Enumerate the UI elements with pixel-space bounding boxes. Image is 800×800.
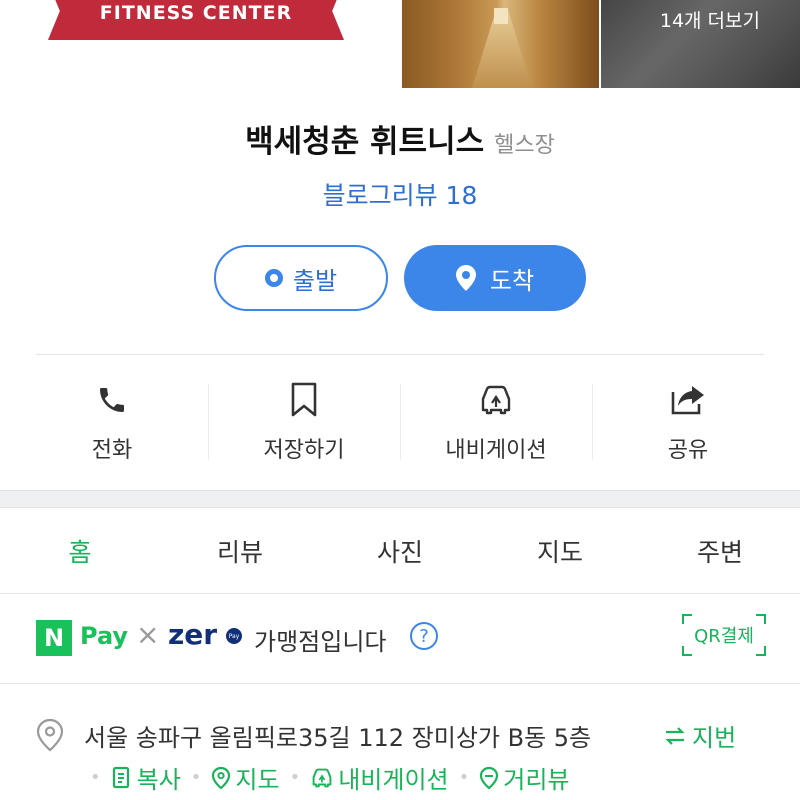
car-icon: [312, 768, 332, 787]
address-text: 서울 송파구 올림픽로35길 112 장미상가 B동 5층: [84, 724, 592, 752]
bullet-separator: •: [458, 767, 470, 788]
copy-label: 복사: [136, 766, 181, 794]
place-title-row: 백세청춘 휘트니스 헬스장: [0, 116, 800, 161]
shower-photo[interactable]: 14개 더보기: [601, 0, 800, 88]
address-row: 서울 송파구 올림픽로35길 112 장미상가 B동 5층 지번 • 복사 • …: [0, 684, 800, 800]
location-pin-icon: [455, 265, 476, 291]
navigation-link-label: 내비게이션: [338, 766, 449, 794]
qr-label: QR결제: [694, 626, 754, 647]
navigation-link[interactable]: 내비게이션: [310, 760, 449, 795]
tab-bar: 홈 리뷰 사진 지도 주변: [0, 508, 800, 594]
more-photos-label[interactable]: 14개 더보기: [660, 6, 760, 33]
arrive-button[interactable]: 도착: [404, 245, 586, 311]
logo-text: FITNESS CENTER: [99, 2, 293, 24]
share-button[interactable]: 공유: [592, 378, 784, 468]
share-label: 공유: [667, 438, 709, 463]
member-text: 가맹점입니다: [254, 628, 387, 656]
navigation-button[interactable]: 내비게이션: [400, 378, 592, 468]
copy-icon: [112, 766, 129, 788]
npay-logo: N: [36, 620, 72, 656]
qr-corner: [756, 646, 766, 656]
qr-corner: [682, 646, 692, 656]
call-button[interactable]: 전화: [16, 378, 208, 468]
map-link[interactable]: 지도: [211, 760, 280, 795]
depart-label: 출발: [292, 266, 338, 295]
save-label: 저장하기: [263, 438, 345, 463]
jibun-label: 지번: [692, 724, 737, 752]
depart-button[interactable]: 출발: [214, 245, 388, 311]
address-actions: • 복사 • 지도 • 내비게이션 • 거리뷰: [80, 760, 570, 795]
logo-banner: FITNESS CENTER: [48, 0, 344, 40]
help-icon[interactable]: ?: [410, 622, 438, 650]
jibun-toggle[interactable]: 지번: [664, 718, 736, 753]
bullet-separator: •: [289, 767, 301, 788]
photo-strip: FITNESS CENTER 14개 더보기: [0, 0, 800, 88]
logo-photo[interactable]: FITNESS CENTER: [0, 0, 400, 88]
save-button[interactable]: 저장하기: [208, 378, 400, 468]
bullet-separator: •: [190, 767, 202, 788]
origin-dot-icon: [264, 269, 283, 287]
bookmark-icon: [289, 378, 319, 422]
pay-row: N Pay × zer Pay 가맹점입니다 ? QR결제: [0, 596, 800, 684]
zeropay-badge: Pay: [226, 628, 242, 644]
section-separator: [0, 490, 800, 508]
map-pin-icon: [36, 718, 64, 756]
tab-photos[interactable]: 사진: [320, 508, 480, 593]
blog-review-link[interactable]: 블로그리뷰 18: [0, 176, 800, 212]
tab-map[interactable]: 지도: [480, 508, 640, 593]
place-name: 백세청춘 휘트니스: [245, 124, 485, 160]
qr-corner: [682, 614, 692, 624]
phone-icon: [96, 378, 128, 422]
navigation-label: 내비게이션: [445, 438, 547, 463]
call-label: 전화: [91, 438, 133, 463]
streetview-label: 거리뷰: [503, 766, 570, 794]
zeropay-logo: zer: [168, 618, 218, 651]
tab-reviews[interactable]: 리뷰: [160, 508, 320, 593]
tab-nearby[interactable]: 주변: [640, 508, 800, 593]
divider: [36, 354, 764, 355]
qr-corner: [756, 614, 766, 624]
place-category: 헬스장: [494, 133, 555, 158]
share-icon: [670, 378, 706, 422]
times-sign: ×: [136, 618, 160, 651]
action-row: 전화 저장하기 내비게이션 공유: [16, 378, 784, 468]
bullet-separator: •: [90, 767, 101, 788]
map-pin-icon: [212, 766, 231, 789]
qr-payment-button[interactable]: QR결제: [682, 614, 766, 656]
streetview-icon: [480, 766, 499, 789]
map-label: 지도: [235, 766, 280, 794]
copy-address-link[interactable]: 복사: [111, 760, 181, 795]
swap-icon: [665, 726, 685, 745]
streetview-link[interactable]: 거리뷰: [479, 760, 570, 795]
arrive-label: 도착: [489, 266, 535, 295]
car-icon: [478, 378, 514, 422]
npay-word: Pay: [80, 622, 129, 650]
photo-door: [494, 8, 508, 24]
tab-home[interactable]: 홈: [0, 508, 160, 593]
interior-photo[interactable]: [402, 0, 599, 88]
